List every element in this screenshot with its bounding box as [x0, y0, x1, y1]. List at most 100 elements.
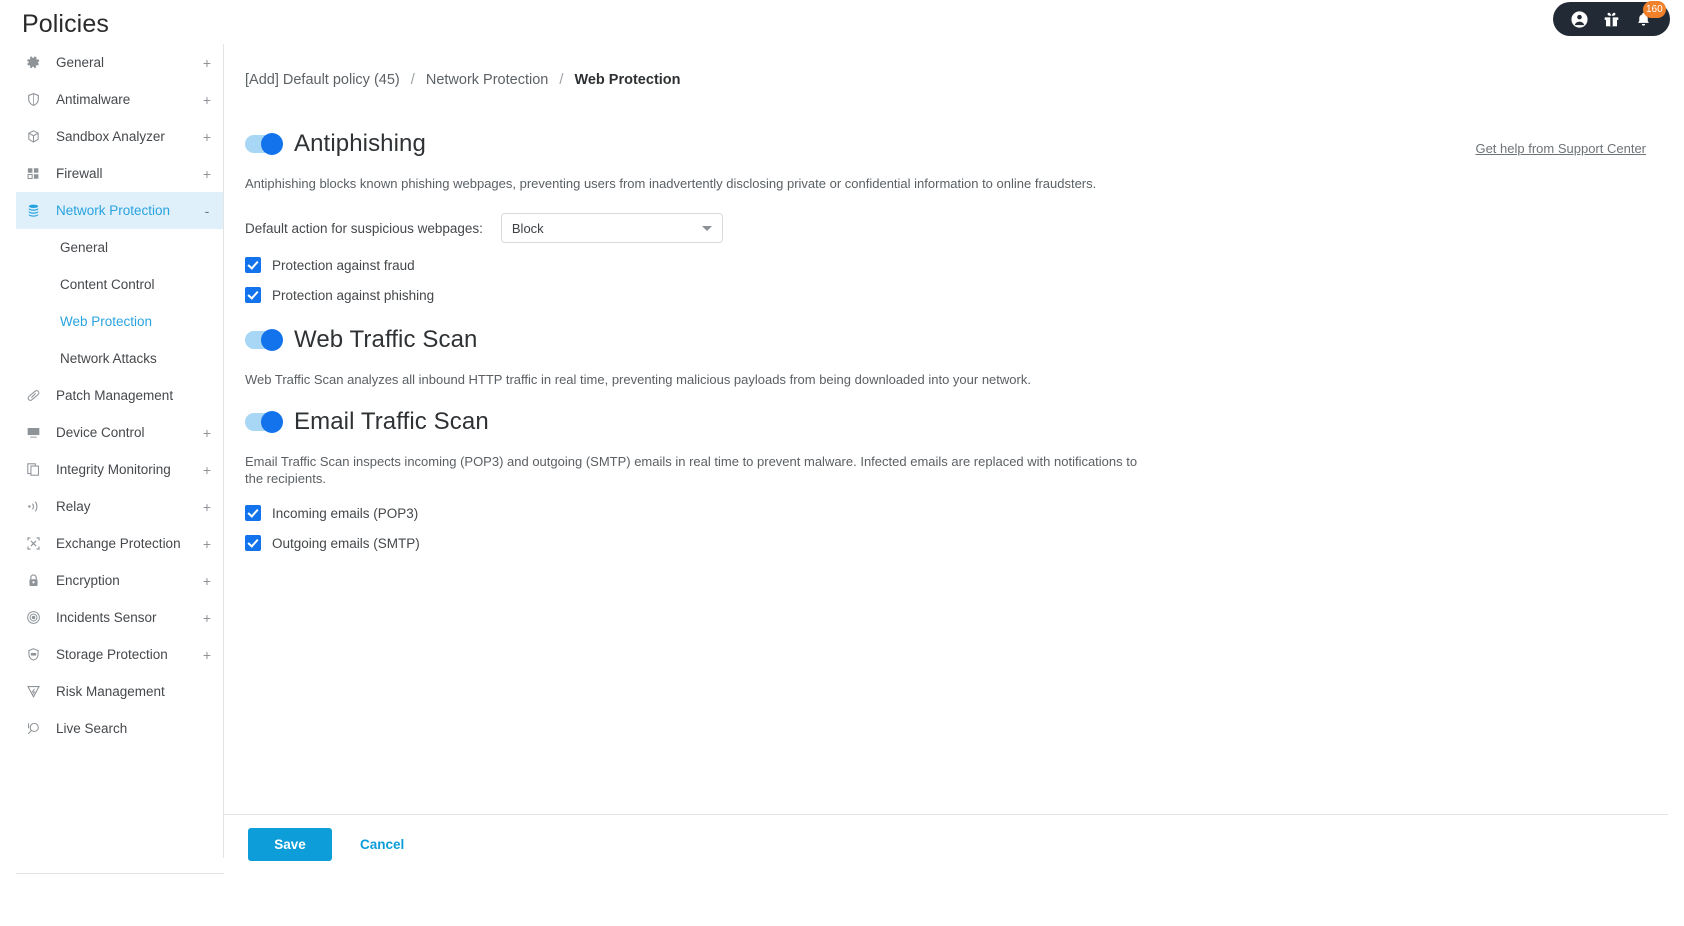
expand-toggle[interactable]: + [201, 500, 213, 514]
risk-icon [26, 683, 48, 701]
sidebar-item-label: Live Search [56, 721, 128, 736]
sidebar-item-label: Relay [56, 499, 91, 514]
section-web-traffic-scan: Web Traffic Scan Web Traffic Scan analyz… [245, 326, 1031, 388]
target-icon [26, 609, 48, 627]
antiphishing-toggle[interactable] [245, 133, 283, 155]
sidebar-item-sandbox-analyzer[interactable]: Sandbox Analyzer + [16, 118, 223, 155]
sidebar-item-integrity-monitoring[interactable]: Integrity Monitoring + [16, 451, 223, 488]
checkbox-row-protection-against-fraud[interactable]: Protection against fraud [245, 257, 1096, 273]
exchange-icon [26, 535, 48, 553]
sidebar-item-label: Antimalware [56, 92, 131, 107]
sidebar-item-label: Firewall [56, 166, 103, 181]
email-traffic-scan-description: Email Traffic Scan inspects incoming (PO… [245, 454, 1138, 486]
sidebar-item-firewall[interactable]: Firewall + [16, 155, 223, 192]
notifications-bell-wrapper[interactable]: 160 [1635, 0, 1666, 28]
sidebar-subitem-web-protection[interactable]: Web Protection [16, 303, 223, 340]
layers-icon [26, 202, 48, 220]
checkbox-label: Protection against fraud [272, 257, 415, 273]
sidebar-item-label: General [56, 55, 105, 70]
protection-against-phishing-checkbox[interactable] [245, 287, 261, 303]
expand-toggle[interactable]: + [201, 56, 213, 70]
sidebar-subitem-label: Content Control [60, 277, 155, 292]
cancel-button[interactable]: Cancel [360, 837, 404, 852]
shield-icon [26, 91, 48, 109]
chevron-down-icon [701, 226, 712, 231]
firewall-icon [26, 165, 48, 183]
breadcrumb-current: Web Protection [574, 72, 681, 88]
web-traffic-scan-header: Web Traffic Scan [245, 326, 1031, 354]
sidebar-item-label: Integrity Monitoring [56, 462, 171, 477]
expand-toggle[interactable]: + [201, 463, 213, 477]
sidebar-item-risk-management[interactable]: Risk Management [16, 673, 223, 710]
expand-toggle[interactable]: + [201, 167, 213, 181]
sidebar-item-label: Device Control [56, 425, 145, 440]
cube-icon [26, 128, 48, 146]
default-action-row: Default action for suspicious webpages: … [245, 213, 1096, 243]
sidebar-item-encryption[interactable]: Encryption + [16, 562, 223, 599]
toggle-knob [261, 329, 283, 351]
save-button[interactable]: Save [248, 828, 332, 861]
toggle-knob [261, 411, 283, 433]
breadcrumb: [Add] Default policy (45) / Network Prot… [245, 72, 681, 88]
breadcrumb-policy[interactable]: [Add] Default policy (45) [245, 72, 400, 88]
sidebar-item-network-protection[interactable]: Network Protection - [16, 192, 223, 229]
collapse-toggle[interactable]: - [201, 204, 213, 218]
copy-icon [26, 461, 48, 479]
gear-icon [26, 54, 48, 72]
expand-toggle[interactable]: + [201, 537, 213, 551]
sidebar-item-device-control[interactable]: Device Control + [16, 414, 223, 451]
sidebar-subitem-label: General [60, 240, 109, 255]
web-traffic-scan-title: Web Traffic Scan [294, 326, 478, 353]
sidebar-subitem-content-control[interactable]: Content Control [16, 266, 223, 303]
email-traffic-scan-header: Email Traffic Scan [245, 408, 1145, 436]
sidebar-item-relay[interactable]: Relay + [16, 488, 223, 525]
sidebar-item-storage-protection[interactable]: Storage Protection + [16, 636, 223, 673]
account-icon[interactable] [1571, 10, 1588, 28]
policy-content-panel: [Add] Default policy (45) / Network Prot… [224, 44, 1668, 814]
expand-toggle[interactable]: + [201, 93, 213, 107]
topbar-icon-group: 160 [1553, 0, 1670, 36]
expand-toggle[interactable]: + [201, 648, 213, 662]
outgoing-emails-checkbox[interactable] [245, 535, 261, 551]
sidebar-item-label: Incidents Sensor [56, 610, 157, 625]
broadcast-icon [26, 498, 48, 516]
checkbox-label: Outgoing emails (SMTP) [272, 535, 420, 551]
lock-icon [26, 572, 48, 590]
sidebar-item-label: Storage Protection [56, 647, 168, 662]
sidebar-item-label: Exchange Protection [56, 536, 181, 551]
sidebar-item-live-search[interactable]: Live Search [16, 710, 223, 747]
breadcrumb-separator: / [410, 72, 415, 88]
protection-against-fraud-checkbox[interactable] [245, 257, 261, 273]
web-traffic-scan-toggle[interactable] [245, 329, 283, 351]
expand-toggle[interactable]: + [201, 426, 213, 440]
incoming-emails-checkbox[interactable] [245, 505, 261, 521]
antiphishing-title: Antiphishing [294, 130, 426, 157]
expand-toggle[interactable]: + [201, 130, 213, 144]
sidebar-item-exchange-protection[interactable]: Exchange Protection + [16, 525, 223, 562]
form-footer: Save Cancel [224, 814, 1668, 874]
sidebar-item-incidents-sensor[interactable]: Incidents Sensor + [16, 599, 223, 636]
sidebar-item-patch-management[interactable]: Patch Management [16, 377, 223, 414]
antiphishing-description: Antiphishing blocks known phishing webpa… [245, 176, 1097, 191]
notification-count-badge: 160 [1643, 0, 1666, 18]
bandage-icon [26, 387, 48, 405]
support-center-link[interactable]: Get help from Support Center [1475, 141, 1646, 156]
live-search-icon [26, 720, 48, 738]
email-traffic-scan-title: Email Traffic Scan [294, 408, 489, 435]
sidebar-subitem-network-attacks[interactable]: Network Attacks [16, 340, 223, 377]
expand-toggle[interactable]: + [201, 611, 213, 625]
policy-sidebar: General + Antimalware + Sandbox Analyzer… [16, 44, 224, 858]
default-action-select[interactable]: Block [500, 213, 723, 243]
sidebar-item-label: Risk Management [56, 684, 165, 699]
expand-toggle[interactable]: + [201, 574, 213, 588]
checkbox-row-outgoing-emails[interactable]: Outgoing emails (SMTP) [245, 535, 1145, 551]
sidebar-item-antimalware[interactable]: Antimalware + [16, 81, 223, 118]
checkbox-row-protection-against-phishing[interactable]: Protection against phishing [245, 287, 1096, 303]
checkbox-row-incoming-emails[interactable]: Incoming emails (POP3) [245, 505, 1145, 521]
sidebar-item-general[interactable]: General + [16, 44, 223, 81]
checkbox-label: Incoming emails (POP3) [272, 505, 419, 521]
email-traffic-scan-toggle[interactable] [245, 411, 283, 433]
sidebar-subitem-general[interactable]: General [16, 229, 223, 266]
gift-icon[interactable] [1603, 11, 1620, 28]
breadcrumb-module[interactable]: Network Protection [426, 72, 549, 88]
